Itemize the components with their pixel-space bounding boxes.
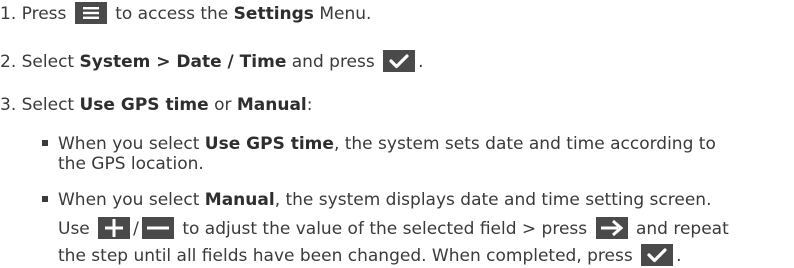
- check-icon: [383, 50, 416, 72]
- bullet-2-pre: When you select: [58, 190, 200, 210]
- bullet-2-use: Use: [58, 219, 90, 239]
- bullet-1-pre: When you select: [58, 134, 200, 154]
- step-3-or: or: [214, 95, 232, 115]
- bullet-2-line3: the step until all fields have been chan…: [58, 246, 633, 266]
- bullet-1-bold: Use GPS time: [204, 134, 334, 154]
- step-3: 3. Select Use GPS time or Manual:: [0, 93, 313, 117]
- bullet-2-end: .: [676, 246, 682, 266]
- bullet-marker: [42, 140, 48, 146]
- step-3-tail: :: [306, 95, 313, 115]
- step-2: 2. Select System > Date / Time and press…: [0, 50, 424, 74]
- bullet-2-post: , the system displays date and time sett…: [274, 190, 712, 210]
- step-2-number: 2.: [0, 52, 17, 72]
- bullet-1-post-2: the GPS location.: [58, 154, 204, 174]
- bullet-gps-line2: the GPS location.: [58, 152, 204, 176]
- step-1-press: Press: [21, 4, 67, 24]
- step-2-select: Select: [21, 52, 75, 72]
- plus-icon: [98, 217, 131, 239]
- step-2-tail: .: [418, 52, 424, 72]
- step-2-and-press: and press: [291, 52, 375, 72]
- bullet-2-adjust: to adjust the value of the selected fiel…: [182, 219, 588, 239]
- bullet-1-post: , the system sets date and time accordin…: [333, 134, 716, 154]
- step-3-number: 3.: [0, 95, 17, 115]
- bullet-manual-line2: Use / to adjust the value of the selecte…: [58, 217, 729, 241]
- arrow-right-icon: [595, 217, 628, 239]
- bullet-2-bold: Manual: [204, 190, 275, 210]
- bullet-2-and-repeat: and repeat: [635, 219, 729, 239]
- step-2-path: System > Date / Time: [79, 52, 287, 72]
- step-1-tail: Menu.: [319, 4, 372, 24]
- step-3-gps: Use GPS time: [79, 95, 209, 115]
- step-1: 1. Press to access the Settings Menu.: [0, 2, 371, 26]
- step-3-select: Select: [21, 95, 75, 115]
- step-1-after: to access the: [115, 4, 229, 24]
- bullet-manual-line3: the step until all fields have been chan…: [58, 244, 682, 268]
- bullet-marker: [42, 196, 48, 202]
- bullet-2-slash: /: [133, 219, 139, 239]
- bullet-manual-line1: When you select Manual, the system displ…: [42, 188, 711, 212]
- step-3-manual: Manual: [236, 95, 307, 115]
- step-1-number: 1.: [0, 4, 17, 24]
- step-1-settings: Settings: [233, 4, 314, 24]
- check-icon: [641, 244, 674, 266]
- menu-icon: [74, 2, 107, 24]
- minus-icon: [141, 217, 174, 239]
